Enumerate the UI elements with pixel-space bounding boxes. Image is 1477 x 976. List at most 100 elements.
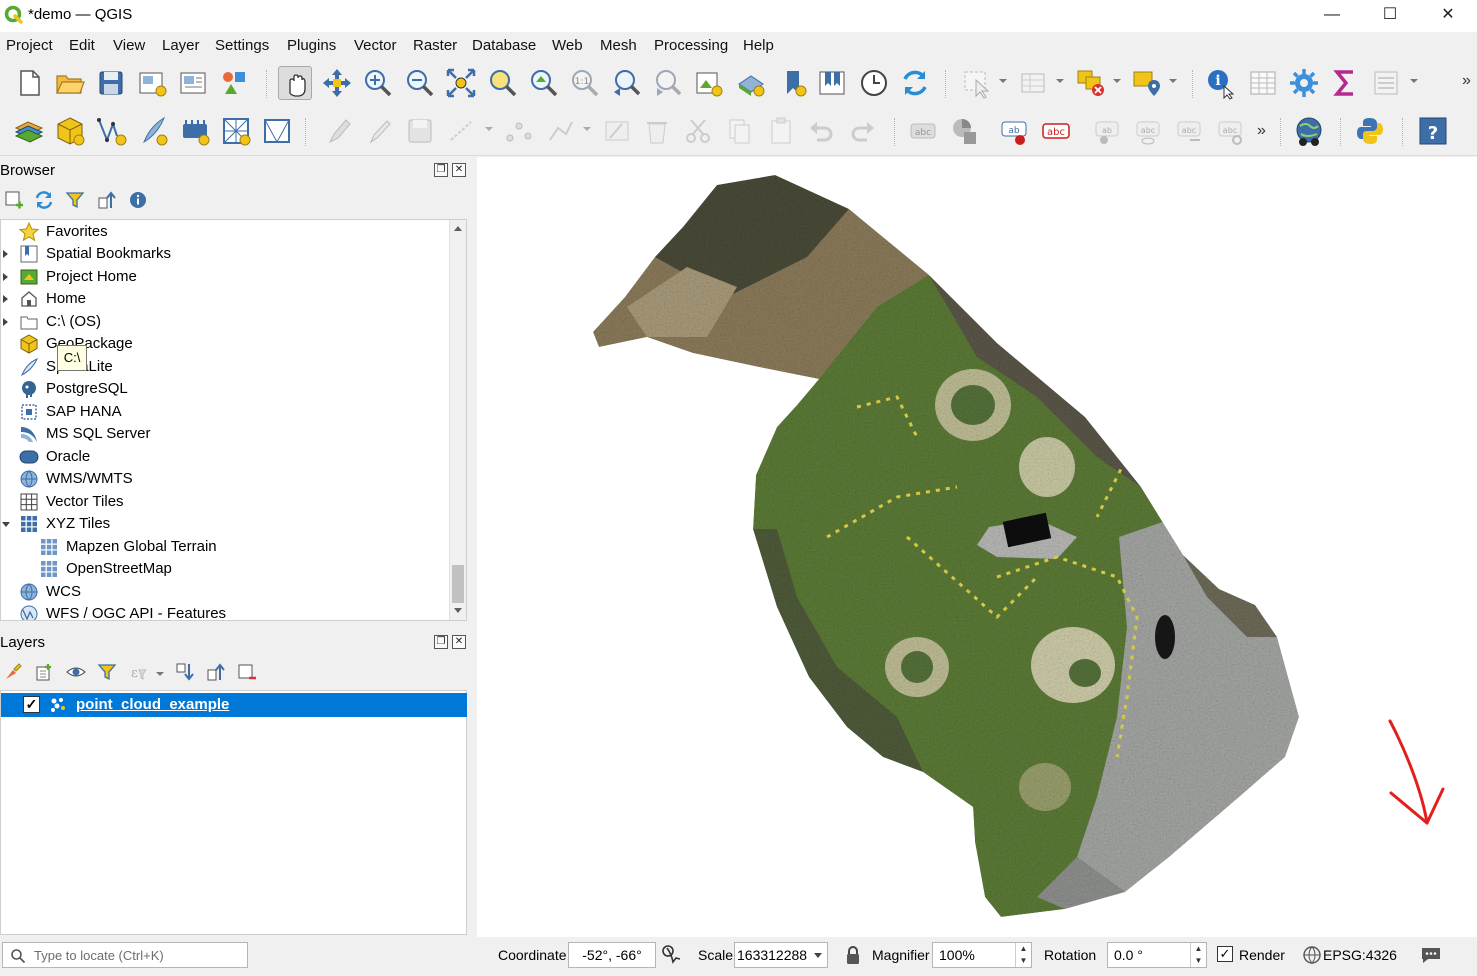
current-edits-icon[interactable] [322,114,356,148]
plugin-globe-icon[interactable] [1292,114,1326,148]
paste-features-icon[interactable] [764,114,798,148]
select-by-location-icon[interactable] [1130,66,1164,100]
show-hide-labels-icon[interactable]: abc [1131,114,1165,148]
rotate-label-icon[interactable]: abc [1172,114,1206,148]
tree-item-wms-wmts[interactable]: WMS/WMTS [1,468,449,490]
chevron-down-icon[interactable] [1168,76,1178,86]
edit-attribute-icon[interactable] [600,114,634,148]
pan-to-selection-icon[interactable] [320,66,354,100]
layers-tree[interactable]: ✓ point_cloud_example [0,690,467,935]
chevron-down-icon[interactable] [998,76,1008,86]
browser-tree[interactable]: Favorites Spatial Bookmarks Project Home… [0,219,467,621]
expand-arrow-icon[interactable] [2,249,10,259]
float-panel-button[interactable]: ❐ [434,163,448,177]
move-label-icon[interactable]: ab [1090,114,1124,148]
menu-plugins[interactable]: Plugins [287,37,336,54]
scrollbar-thumb[interactable] [452,565,464,603]
menu-processing[interactable]: Processing [654,37,728,54]
tree-item-wfs-ogc-api[interactable]: WFS / OGC API - Features [1,603,449,620]
select-features-icon[interactable] [960,66,994,100]
deselect-features-icon[interactable] [1074,66,1108,100]
tree-item-favorites[interactable]: Favorites [1,221,449,243]
label-toolbar-icon[interactable]: abc [906,114,940,148]
float-panel-button[interactable]: ❐ [434,635,448,649]
crs-globe-icon[interactable] [1302,945,1322,965]
pin-labels-icon[interactable]: ab [998,114,1032,148]
tree-item-c-drive[interactable]: C:\ (OS) [1,311,449,333]
coordinate-field[interactable]: -52°, -66° [568,942,656,968]
tree-item-xyz-tiles[interactable]: XYZ Tiles [1,513,449,535]
menu-vector[interactable]: Vector [354,37,397,54]
menu-layer[interactable]: Layer [162,37,200,54]
filter-by-expression-icon[interactable]: ε [128,662,148,682]
manage-map-themes-icon[interactable] [66,662,86,682]
close-panel-button[interactable]: ✕ [452,163,466,177]
layer-item-point-cloud[interactable]: ✓ point_cloud_example [1,693,467,717]
locator-search-input[interactable]: Type to locate (Ctrl+K) [2,942,248,968]
zoom-to-layer-icon[interactable] [527,66,561,100]
new-geopackage-layer-icon[interactable] [53,114,87,148]
tree-item-oracle[interactable]: Oracle [1,446,449,468]
new-spatialite-layer-icon[interactable] [136,114,170,148]
open-project-icon[interactable] [53,66,87,100]
close-panel-button[interactable]: ✕ [452,635,466,649]
chevron-down-icon[interactable] [484,124,494,134]
menu-view[interactable]: View [113,37,145,54]
attribute-form-icon[interactable] [1370,66,1404,100]
layer-styling-icon[interactable] [3,662,23,682]
filter-icon[interactable] [65,190,85,210]
new-3d-map-view-icon[interactable] [734,66,768,100]
expand-arrow-icon[interactable] [2,317,10,327]
chevron-down-icon[interactable] [582,124,592,134]
refresh-icon[interactable] [34,190,54,210]
label-toolbar-overflow-button[interactable]: » [1257,122,1266,140]
modify-attributes-icon[interactable] [544,114,578,148]
undo-icon[interactable] [805,114,839,148]
menu-database[interactable]: Database [472,37,536,54]
expand-arrow-icon[interactable] [2,294,10,304]
tree-item-openstreetmap[interactable]: OpenStreetMap [1,558,449,580]
rotation-field[interactable]: 0.0 ° ▲ ▼ [1107,942,1207,968]
toolbar-overflow-button[interactable]: » [1462,72,1471,90]
magnifier-field[interactable]: 100% ▲ ▼ [932,942,1032,968]
temporal-controller-icon[interactable] [857,66,891,100]
collapse-all-icon[interactable] [206,662,226,682]
copy-features-icon[interactable] [722,114,756,148]
expand-arrow-icon[interactable] [2,272,10,282]
menu-raster[interactable]: Raster [413,37,457,54]
pan-map-icon[interactable] [278,66,312,100]
new-map-view-icon[interactable] [692,66,726,100]
render-checkbox[interactable]: ✓ [1217,946,1233,962]
menu-help[interactable]: Help [743,37,774,54]
redo-icon[interactable] [845,114,879,148]
info-icon[interactable] [128,190,148,210]
tree-item-ms-sql-server[interactable]: MS SQL Server [1,423,449,445]
add-selected-layers-icon[interactable] [4,190,24,210]
chevron-down-icon[interactable] [1409,76,1419,86]
python-console-icon[interactable] [1353,114,1387,148]
tree-item-sap-hana[interactable]: SAP HANA [1,401,449,423]
menu-web[interactable]: Web [552,37,583,54]
tree-item-postgresql[interactable]: PostgreSQL [1,378,449,400]
digitize-icon[interactable] [445,114,479,148]
tree-item-wcs[interactable]: WCS [1,581,449,603]
scroll-down-icon[interactable] [453,607,463,615]
add-group-icon[interactable] [34,662,54,682]
diagram-options-icon[interactable] [948,114,982,148]
tree-item-home[interactable]: Home [1,288,449,310]
new-project-icon[interactable] [12,66,46,100]
messages-icon[interactable] [1420,945,1442,965]
maximize-button[interactable]: ☐ [1361,0,1419,30]
menu-project[interactable]: Project [6,37,53,54]
new-bookmark-icon[interactable] [777,66,811,100]
tree-item-vector-tiles[interactable]: Vector Tiles [1,491,449,513]
new-print-layout-icon[interactable] [135,66,169,100]
menu-edit[interactable]: Edit [69,37,95,54]
zoom-to-selection-icon[interactable] [486,66,520,100]
toggle-extents-icon[interactable] [660,943,682,965]
change-label-icon[interactable]: abc [1213,114,1247,148]
new-virtual-layer-icon[interactable] [219,114,253,148]
show-bookmarks-icon[interactable] [815,66,849,100]
minimize-button[interactable]: — [1303,0,1361,30]
save-edits-icon[interactable] [403,114,437,148]
